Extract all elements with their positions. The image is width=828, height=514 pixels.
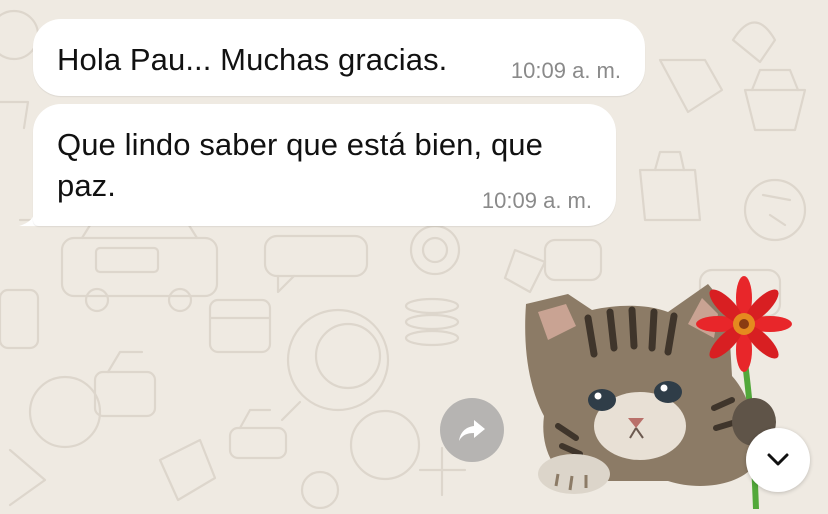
scroll-to-bottom-button[interactable] [746,428,810,492]
message-bubble[interactable]: Hola Pau... Muchas gracias. 10:09 a. m. [33,19,645,96]
message-timestamp: 10:09 a. m. [510,58,621,83]
message-bubble[interactable]: Que lindo saber que está bien, que paz. … [33,104,616,226]
chevron-down-icon [767,453,789,466]
message-timestamp: 10:09 a. m. [481,188,592,213]
forward-button[interactable] [440,398,504,462]
forward-icon [459,420,485,441]
message-text: Hola Pau... Muchas gracias. [57,42,448,77]
